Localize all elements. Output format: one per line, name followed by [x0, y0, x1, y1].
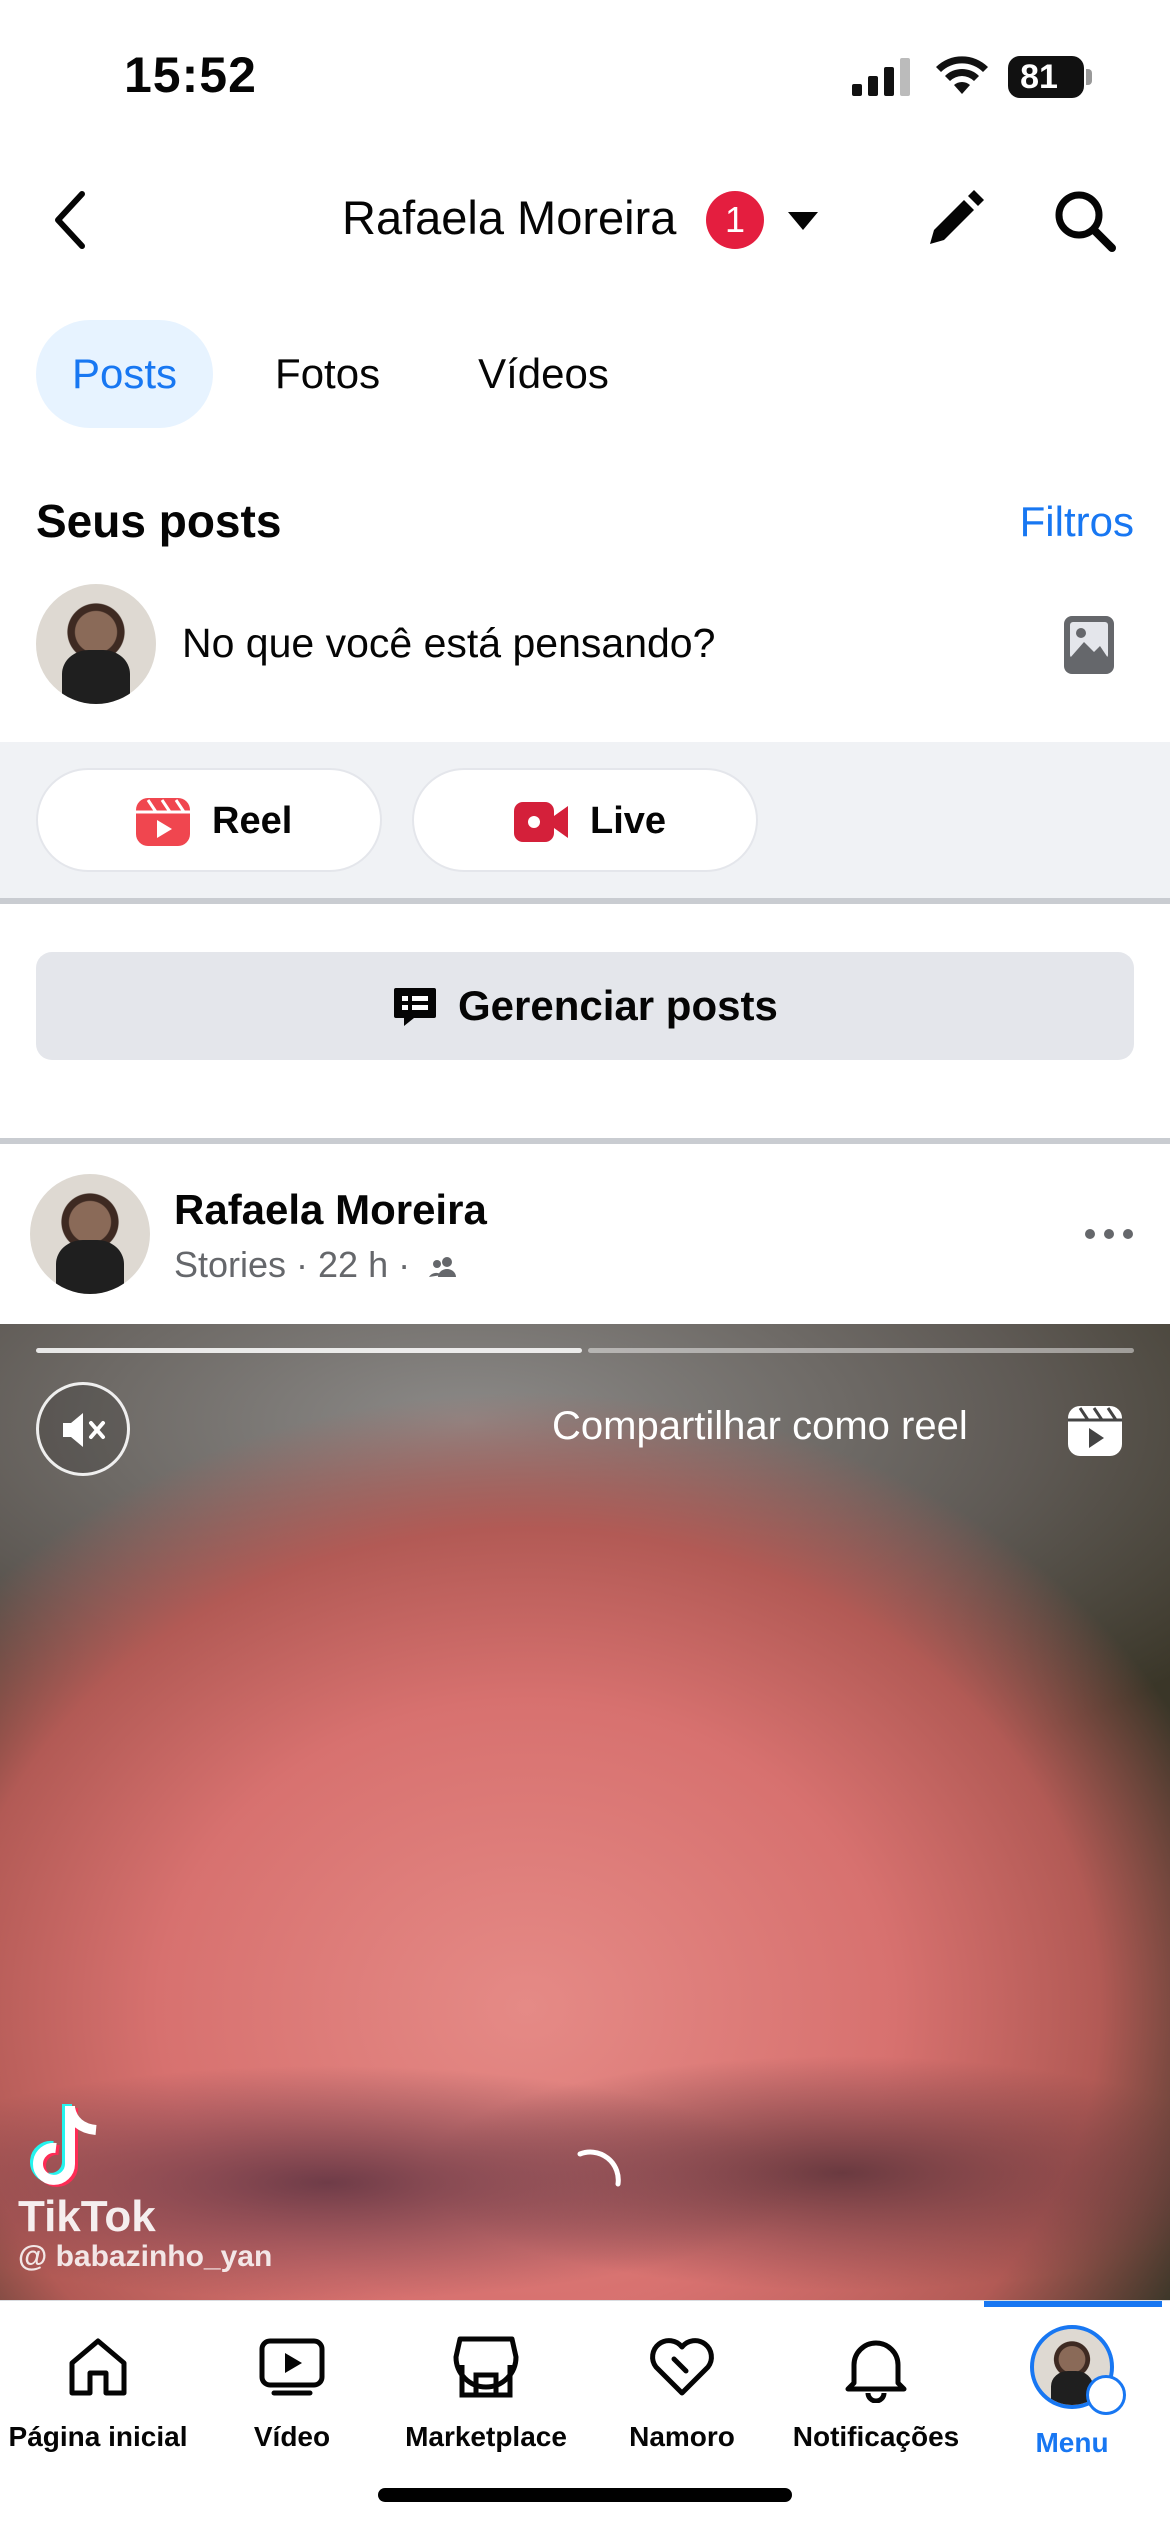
pencil-edit-icon[interactable] [922, 188, 986, 252]
friends-audience-icon[interactable] [428, 1255, 458, 1279]
nav-marketplace-label: Marketplace [405, 2421, 567, 2452]
watermark-handle: @ babazinho_yan [18, 2240, 273, 2273]
video-icon [259, 2338, 325, 2396]
nav-dating-label: Namoro [629, 2421, 735, 2452]
nav-video-label: Vídeo [253, 2421, 331, 2452]
story-video[interactable]: Compartilhar como reel TikTok @ babazinh… [0, 1324, 1170, 2300]
profile-name-title[interactable]: Rafaela Moreira [342, 190, 676, 245]
tiktok-logo-icon [30, 2104, 97, 2187]
back-arrow-icon[interactable] [44, 186, 100, 254]
nav-notifications-label: Notificações [792, 2421, 960, 2452]
wifi-icon [936, 56, 988, 94]
tab-videos[interactable]: Vídeos [442, 320, 645, 428]
loading-spinner-icon [577, 2149, 621, 2187]
post-author-name[interactable]: Rafaela Moreira [174, 1186, 487, 1234]
bell-icon [845, 2340, 907, 2403]
reel-icon[interactable] [1066, 1404, 1124, 1458]
profile-header: Rafaela Moreira 1 [0, 160, 1170, 280]
divider [0, 898, 1170, 904]
share-as-reel-label[interactable]: Compartilhar como reel [552, 1404, 968, 1449]
nav-menu[interactable]: Menu [974, 2323, 1170, 2483]
photo-icon[interactable] [1062, 614, 1116, 676]
reel-button[interactable]: Reel [36, 768, 382, 872]
caret-down-icon[interactable] [786, 210, 820, 232]
nav-marketplace[interactable]: Marketplace [388, 2323, 584, 2483]
nav-notifications[interactable]: Notificações [778, 2323, 974, 2483]
nav-dating[interactable]: Namoro [584, 2323, 780, 2483]
comment-manage-icon [394, 988, 436, 1026]
divider [0, 1138, 1170, 1144]
tab-photos[interactable]: Fotos [239, 320, 416, 428]
reel-label: Reel [212, 800, 293, 842]
search-icon[interactable] [1052, 188, 1118, 254]
post-meta-text: Stories · 22 h · [174, 1244, 411, 1285]
post-author-avatar[interactable] [30, 1174, 150, 1294]
cellular-signal-icon [852, 58, 910, 96]
avatar[interactable] [36, 584, 156, 704]
battery-level: 81 [1020, 58, 1058, 96]
nav-home-label: Página inicial [8, 2421, 188, 2452]
reel-icon [136, 798, 190, 846]
menu-avatar [1030, 2325, 1126, 2415]
nav-home[interactable]: Página inicial [0, 2323, 196, 2483]
home-indicator[interactable] [378, 2488, 792, 2502]
live-label: Live [590, 800, 667, 842]
watermark-brand: TikTok [18, 2192, 156, 2241]
manage-posts-label: Gerenciar posts [458, 982, 778, 1029]
nav-video[interactable]: Vídeo [194, 2323, 390, 2483]
composer-placeholder[interactable]: No que você está pensando? [182, 620, 715, 667]
live-button[interactable]: Live [412, 768, 758, 872]
mute-button[interactable] [36, 1382, 130, 1476]
post-composer[interactable]: No que você está pensando? [36, 584, 1134, 708]
muted-speaker-icon [63, 1413, 105, 1447]
filters-link[interactable]: Filtros [1020, 498, 1134, 546]
menu-lines-icon [1086, 2375, 1126, 2415]
home-icon [69, 2338, 127, 2396]
story-progress-segment [36, 1348, 582, 1353]
notification-badge: 1 [706, 191, 764, 249]
more-options-icon[interactable] [1082, 1224, 1136, 1244]
status-bar: 15:52 81 [0, 0, 1170, 150]
dating-heart-icon [650, 2338, 714, 2396]
active-tab-indicator [984, 2301, 1162, 2307]
nav-menu-label: Menu [1035, 2427, 1109, 2458]
battery-icon: 81 [1008, 56, 1092, 98]
your-posts-heading: Seus posts [36, 495, 282, 547]
profile-tabs: Posts Fotos Vídeos [36, 320, 671, 430]
post-header: Rafaela Moreira Stories · 22 h · [0, 1172, 1170, 1306]
story-progress-segment [588, 1348, 1134, 1353]
tab-posts[interactable]: Posts [36, 320, 214, 428]
status-time: 15:52 [124, 47, 257, 103]
create-actions-band: Reel Live [0, 742, 1170, 900]
post-meta: Stories · 22 h · [174, 1244, 458, 1286]
marketplace-icon [453, 2336, 519, 2398]
manage-posts-button[interactable]: Gerenciar posts [36, 952, 1134, 1060]
live-video-icon [514, 802, 568, 842]
